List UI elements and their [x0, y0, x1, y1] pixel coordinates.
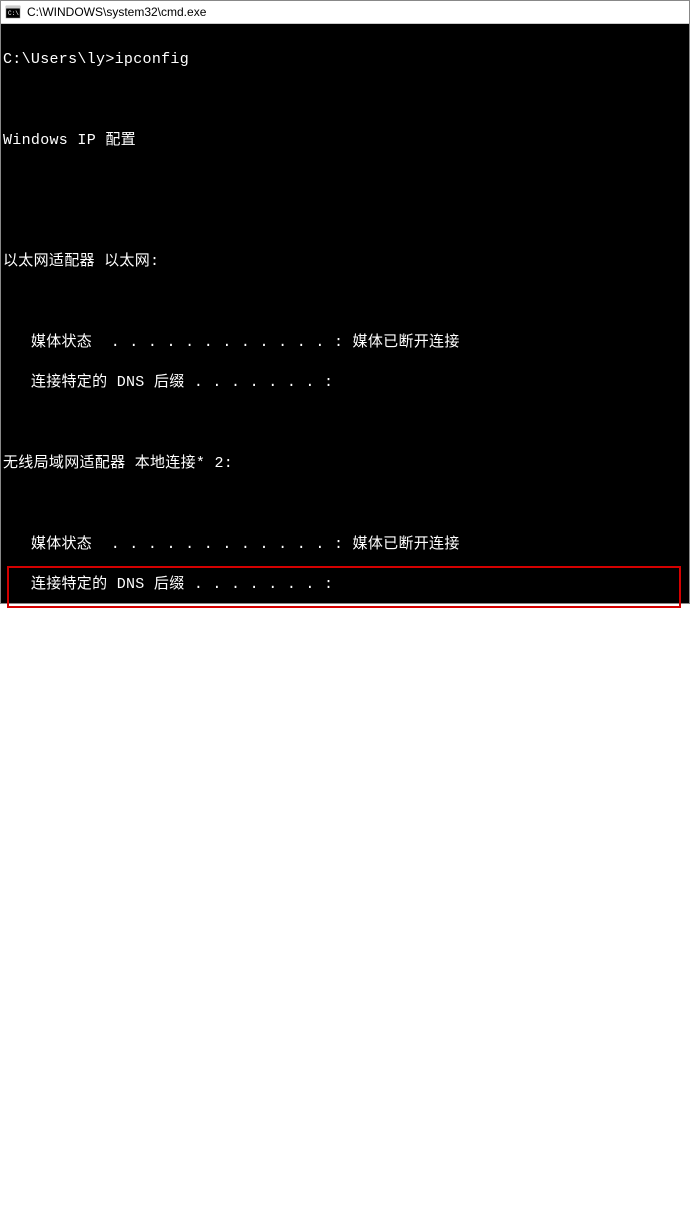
adapter-title: 无线局域网适配器 本地连接* 3: — [1, 656, 689, 676]
output-line: 192.168.3.1 — [1, 1141, 689, 1161]
output-line: 连接特定的 DNS 后缀 . . . . . . . : — [1, 373, 689, 393]
cmd-window: C:\ C:\WINDOWS\system32\cmd.exe C:\Users… — [0, 0, 690, 604]
output-line: 子网掩码 . . . . . . . . . . . . : 255.255.2… — [1, 1060, 689, 1080]
output-line: IPv4 地址 . . . . . . . . . . . . : 192.16… — [1, 1020, 689, 1040]
adapter-title: 以太网适配器 以太网: — [1, 252, 689, 272]
output-line: 连接特定的 DNS 后缀 . . . . . . . : — [1, 939, 689, 959]
prompt-line: C:\Users\ly>ipconfig — [1, 50, 689, 70]
adapter-title: 无线局域网适配器 WLAN: — [1, 858, 689, 878]
prompt: C:\Users\ly> — [3, 51, 115, 68]
output-line: 连接特定的 DNS 后缀 . . . . . . . : — [1, 777, 689, 797]
output-line: 媒体状态 . . . . . . . . . . . . : 媒体已断开连接 — [1, 333, 689, 353]
terminal-output[interactable]: C:\Users\ly>ipconfig Windows IP 配置 以太网适配… — [1, 24, 689, 603]
output-line: 媒体状态 . . . . . . . . . . . . : 媒体已断开连接 — [1, 535, 689, 555]
title-bar[interactable]: C:\ C:\WINDOWS\system32\cmd.exe — [1, 1, 689, 24]
output-line: 连接特定的 DNS 后缀 . . . . . . . : — [1, 575, 689, 595]
window-title: C:\WINDOWS\system32\cmd.exe — [27, 5, 206, 19]
cmd-icon: C:\ — [5, 4, 21, 20]
adapter-title: 无线局域网适配器 本地连接* 2: — [1, 454, 689, 474]
svg-text:C:\: C:\ — [8, 10, 19, 17]
output-line: 默认网关. . . . . . . . . . . . . : fe80::76… — [1, 1101, 689, 1121]
ipconfig-header: Windows IP 配置 — [1, 131, 689, 151]
command: ipconfig — [115, 51, 189, 68]
output-line: 本地链接 IPv6 地址. . . . . . . . : fe80::49ab… — [1, 979, 689, 999]
output-line: 媒体状态 . . . . . . . . . . . . : 媒体已断开连接 — [1, 737, 689, 757]
